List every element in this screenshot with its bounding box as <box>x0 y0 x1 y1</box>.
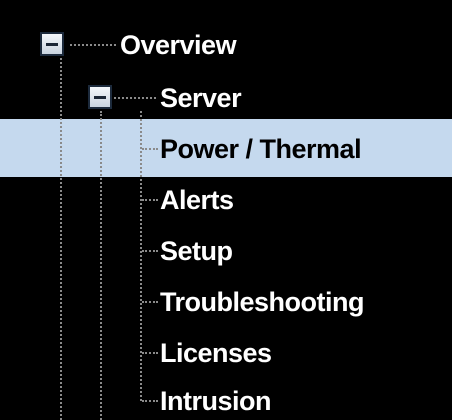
tree-item-server[interactable]: Server <box>160 83 242 113</box>
tree-item-intrusion[interactable]: Intrusion <box>160 386 272 416</box>
minus-icon <box>94 96 106 99</box>
tree-item-troubleshooting[interactable]: Troubleshooting <box>160 287 364 317</box>
tree-item-licenses[interactable]: Licenses <box>160 338 272 368</box>
collapse-overview-button[interactable] <box>40 32 64 56</box>
tree-item-setup[interactable]: Setup <box>160 236 233 266</box>
tree-item-power-thermal[interactable]: Power / Thermal <box>160 134 362 164</box>
tree-connector-intrusion <box>142 400 158 402</box>
tree-guide-server <box>100 111 102 420</box>
tree-connector-server <box>110 97 156 99</box>
tree-item-alerts[interactable]: Alerts <box>160 185 234 215</box>
tree-connector-setup <box>142 250 158 252</box>
tree-connector-licenses <box>142 352 158 354</box>
tree-guide-root <box>60 58 62 420</box>
collapse-server-button[interactable] <box>88 85 112 109</box>
tree-connector-overview <box>70 44 116 46</box>
tree-connector-alerts <box>142 199 158 201</box>
navigation-tree: Overview Server Power / Thermal Alerts S… <box>0 0 452 420</box>
tree-connector-troubleshooting <box>142 301 158 303</box>
minus-icon <box>46 43 58 46</box>
tree-item-overview[interactable]: Overview <box>120 30 237 60</box>
tree-connector-power <box>142 148 158 150</box>
tree-guide-children <box>140 111 142 401</box>
